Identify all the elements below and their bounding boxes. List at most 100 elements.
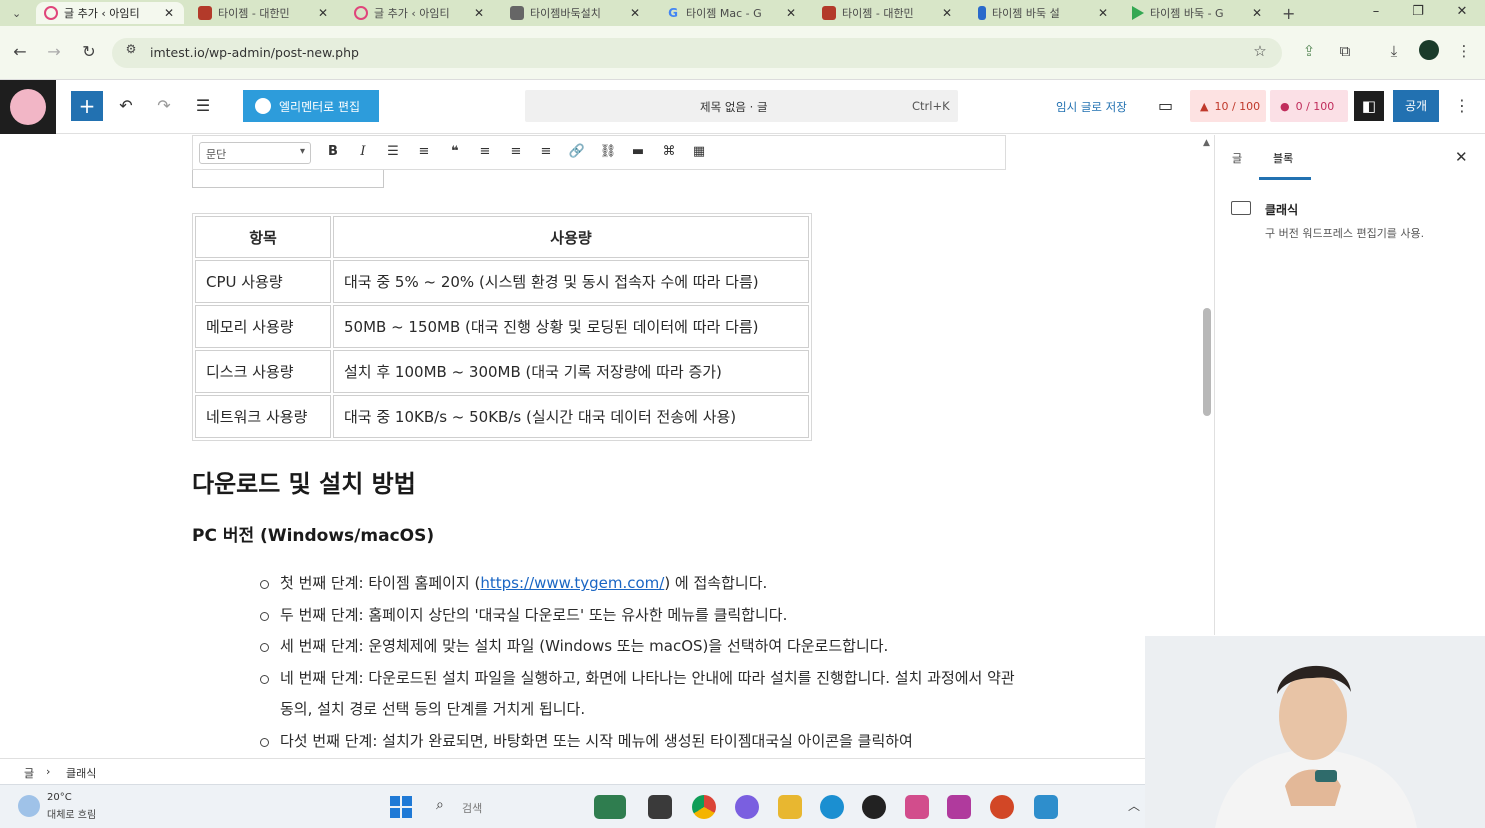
table-cell[interactable]: 네트워크 사용량 (195, 395, 331, 438)
rank-math-toolbar-icon[interactable]: ⌘ (657, 144, 681, 164)
preview-desktop-icon[interactable]: ▭ (1158, 96, 1173, 115)
weather-description[interactable]: 대체로 흐림 (47, 806, 96, 821)
options-menu-icon[interactable]: ⋮ (1452, 96, 1472, 115)
breadcrumb-current[interactable]: 클래식 (66, 765, 96, 781)
windows-start-icon[interactable] (390, 796, 412, 818)
weather-temperature[interactable]: 20°C (47, 792, 72, 803)
site-info-icon[interactable]: ⚙ (120, 42, 142, 56)
list-item[interactable]: 다섯 번째 단계: 설치가 완료되면, 바탕화면 또는 시작 메뉴에 생성된 타… (256, 726, 1016, 758)
align-left-icon[interactable]: ≡ (473, 144, 497, 164)
edit-with-elementor-button[interactable]: 엘리멘터로 편집 (243, 90, 379, 122)
notepad-icon[interactable] (1034, 795, 1058, 819)
tab-tygem-baduk[interactable]: 타이젬 바둑 설 ✕ (970, 2, 1118, 24)
table-cell[interactable]: 메모리 사용량 (195, 305, 331, 348)
photos-icon[interactable] (594, 795, 626, 819)
copilot-icon[interactable] (735, 795, 759, 819)
table-cell[interactable]: 50MB ~ 150MB (대국 진행 상황 및 로딩된 데이터에 따라 다름) (333, 305, 809, 348)
minimize-icon[interactable]: – (1366, 4, 1386, 19)
list-item[interactable]: 세 번째 단계: 운영체제에 맞는 설치 파일 (Windows 또는 macO… (256, 631, 1016, 663)
restore-icon[interactable]: ❐ (1408, 4, 1428, 19)
content-score-badge[interactable]: ● 0 / 100 (1270, 90, 1348, 122)
bold-icon[interactable]: B (321, 144, 345, 164)
install-app-icon[interactable]: ⇪ (1298, 42, 1320, 60)
tab-tygem-2[interactable]: 타이젬 - 대한민 ✕ (814, 2, 962, 24)
profile-avatar-icon[interactable] (1419, 40, 1439, 60)
window-close-icon[interactable]: ✕ (1452, 4, 1472, 19)
list-item[interactable]: 네 번째 단계: 다운로드된 설치 파일을 실행하고, 화면에 나타나는 안내에… (256, 663, 1016, 726)
italic-icon[interactable]: I (351, 144, 375, 164)
close-icon[interactable]: ✕ (628, 6, 642, 20)
format-select[interactable]: 문단 ▾ (199, 142, 311, 164)
close-icon[interactable]: ✕ (472, 6, 486, 20)
chevron-up-icon[interactable]: ︿ (1128, 797, 1140, 814)
close-icon[interactable]: ✕ (1250, 6, 1264, 20)
forward-arrow-icon[interactable]: → (43, 42, 65, 61)
reload-icon[interactable]: ↻ (78, 42, 100, 61)
new-tab-button[interactable]: + (1274, 2, 1300, 24)
close-icon[interactable]: ✕ (784, 6, 798, 20)
url-text[interactable]: imtest.io/wp-admin/post-new.php (150, 45, 359, 60)
heading-download[interactable]: 다운로드 및 설치 방법 (192, 464, 416, 499)
tab-wp-add-post-2[interactable]: 글 추가 ‹ 아임티 ✕ (346, 2, 494, 24)
toolbar-toggle-icon[interactable]: ▦ (687, 144, 711, 164)
folder-icon[interactable] (778, 795, 802, 819)
close-icon[interactable]: ✕ (1455, 148, 1468, 166)
bookmark-star-icon[interactable]: ☆ (1249, 42, 1271, 60)
breadcrumb-root[interactable]: 글 (24, 765, 34, 781)
command-palette-bar[interactable]: 제목 없음 · 글 Ctrl+K (525, 90, 958, 122)
tab-wp-add-post-1[interactable]: 글 추가 ‹ 아임티 ✕ (36, 2, 184, 24)
save-draft-button[interactable]: 임시 글로 저장 (1056, 99, 1127, 115)
tab-tygem-play[interactable]: 타이젬 바둑 - G ✕ (1124, 2, 1272, 24)
seo-score-badge[interactable]: ▲ 10 / 100 (1190, 90, 1266, 122)
numbered-list-icon[interactable]: ≡ (412, 144, 436, 164)
settings-sidebar-toggle[interactable]: ◧ (1354, 91, 1384, 121)
tab-search-button[interactable]: ⌄ (4, 2, 30, 24)
weather-cloud-icon[interactable] (18, 795, 40, 817)
powerpoint-icon[interactable] (990, 795, 1014, 819)
read-more-icon[interactable]: ▬ (626, 144, 650, 164)
browser-menu-icon[interactable]: ⋮ (1453, 42, 1475, 60)
close-icon[interactable]: ✕ (316, 6, 330, 20)
tygem-homepage-link[interactable]: https://www.tygem.com/ (480, 574, 664, 592)
blockquote-icon[interactable]: ❝ (443, 144, 467, 164)
tab-tygem-install[interactable]: 타이젬바둑설치 ✕ (502, 2, 650, 24)
extensions-icon[interactable]: ⧉ (1334, 42, 1356, 60)
back-arrow-icon[interactable]: ← (9, 42, 31, 61)
unlink-icon[interactable]: ⛓ (596, 144, 620, 164)
document-overview-icon[interactable]: ☰ (191, 96, 215, 115)
tab-block[interactable]: 블록 (1273, 150, 1293, 166)
tab-post[interactable]: 글 (1232, 150, 1242, 166)
table-cell[interactable]: CPU 사용량 (195, 260, 331, 303)
chrome-icon[interactable] (692, 795, 716, 819)
list-item[interactable]: 두 번째 단계: 홈페이지 상단의 '대국실 다운로드' 또는 유사한 메뉴를 … (256, 600, 1016, 632)
bullet-list-icon[interactable]: ☰ (381, 144, 405, 164)
heading-pc-version[interactable]: PC 버전 (Windows/macOS) (192, 521, 434, 546)
download-icon[interactable]: ⤓ (1383, 42, 1405, 60)
file-explorer-dark-icon[interactable] (648, 795, 672, 819)
obs-icon[interactable] (862, 795, 886, 819)
close-icon[interactable]: ✕ (162, 6, 176, 20)
list-item[interactable]: 첫 번째 단계: 타이젬 홈페이지 (https://www.tygem.com… (256, 568, 1016, 600)
scrollbar-thumb[interactable] (1203, 308, 1211, 416)
table-cell[interactable]: 설치 후 100MB ~ 300MB (대국 기록 저장량에 따라 증가) (333, 350, 809, 393)
table-cell[interactable]: 디스크 사용량 (195, 350, 331, 393)
close-icon[interactable]: ✕ (1096, 6, 1110, 20)
table-cell[interactable]: 대국 중 5% ~ 20% (시스템 환경 및 동시 접속자 수에 따라 다름) (333, 260, 809, 303)
site-logo[interactable] (0, 80, 56, 134)
taskbar-search[interactable]: ⌕ 검색 (428, 793, 588, 821)
block-inserter-button[interactable]: + (71, 91, 103, 121)
table-cell[interactable]: 대국 중 10KB/s ~ 50KB/s (실시간 대국 데이터 전송에 사용) (333, 395, 809, 438)
redo-icon[interactable]: ↷ (152, 96, 176, 115)
align-right-icon[interactable]: ≡ (534, 144, 558, 164)
tab-tygem-mac-google[interactable]: G 타이젬 Mac - G ✕ (658, 2, 806, 24)
snipping-tool-icon[interactable] (905, 795, 929, 819)
insert-link-icon[interactable]: 🔗 (565, 144, 589, 164)
scroll-up-arrow-icon[interactable]: ▲ (1203, 138, 1210, 148)
close-icon[interactable]: ✕ (940, 6, 954, 20)
edge-icon[interactable] (820, 795, 844, 819)
publish-button[interactable]: 공개 (1393, 90, 1439, 122)
tab-tygem-1[interactable]: 타이젬 - 대한민 ✕ (190, 2, 338, 24)
undo-icon[interactable]: ↶ (114, 96, 138, 115)
onenote-icon[interactable] (947, 795, 971, 819)
align-center-icon[interactable]: ≡ (504, 144, 528, 164)
